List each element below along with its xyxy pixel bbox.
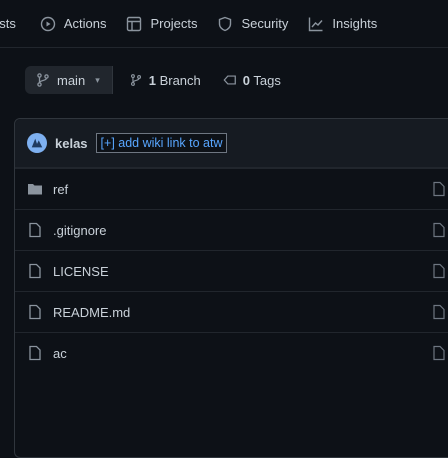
file-listing: kelas [+] add wiki link to atw ref .giti… [14,118,448,458]
git-branch-icon [129,73,143,87]
file-icon [27,345,43,361]
file-name[interactable]: LICENSE [53,264,109,279]
file-row-readme[interactable]: README.md [15,291,448,332]
commit-message-link[interactable]: [+] add wiki link to atw [95,133,228,153]
file-icon [27,263,43,279]
divider [111,66,113,94]
file-icon [433,345,445,361]
file-icon [433,222,445,238]
file-icon [27,222,43,238]
tab-label: Insights [332,16,378,31]
chevron-down-icon: ▾ [95,74,100,85]
branch-select-button[interactable]: main ▾ [25,66,112,94]
file-icon [433,263,445,279]
file-row-ref[interactable]: ref [15,168,448,209]
file-icon [433,304,445,320]
branch-tag-counts: 1 Branch 0 Tags [129,73,281,88]
shield-icon [217,16,233,32]
avatar[interactable] [27,133,47,153]
tab-label: Projects [150,16,198,31]
file-icon [27,304,43,320]
tab-label: ests [0,16,16,31]
tab-security[interactable]: Security [207,0,298,48]
file-row-license[interactable]: LICENSE [15,250,448,291]
graph-icon [308,16,324,32]
branch-bar: main ▾ 1 Branch 0 Tags [0,64,448,96]
tab-label: Security [241,16,289,31]
file-name[interactable]: README.md [53,305,130,320]
branches-link[interactable]: 1 Branch [149,73,201,88]
repo-nav-tabs: ests Actions Projects Security Insights [0,0,448,48]
tab-actions[interactable]: Actions [30,0,117,48]
file-name[interactable]: .gitignore [53,223,106,238]
branch-name: main [57,72,86,88]
file-row-ac[interactable]: ac [15,332,448,373]
file-row-gitignore[interactable]: .gitignore [15,209,448,250]
latest-commit-header: kelas [+] add wiki link to atw [15,119,448,168]
table-icon [126,16,142,32]
tag-icon [223,73,237,87]
file-icon [433,181,445,197]
git-branch-icon [35,72,51,88]
tab-insights[interactable]: Insights [298,0,387,48]
tags-link[interactable]: 0 Tags [243,73,281,88]
play-icon [40,16,56,32]
file-name[interactable]: ref [53,182,68,197]
file-name[interactable]: ac [53,346,67,361]
tab-label: Actions [63,16,107,31]
commit-author[interactable]: kelas [55,136,88,151]
tab-projects[interactable]: Projects [116,0,207,48]
folder-icon [27,181,43,197]
tab-requests[interactable]: ests [0,0,30,48]
